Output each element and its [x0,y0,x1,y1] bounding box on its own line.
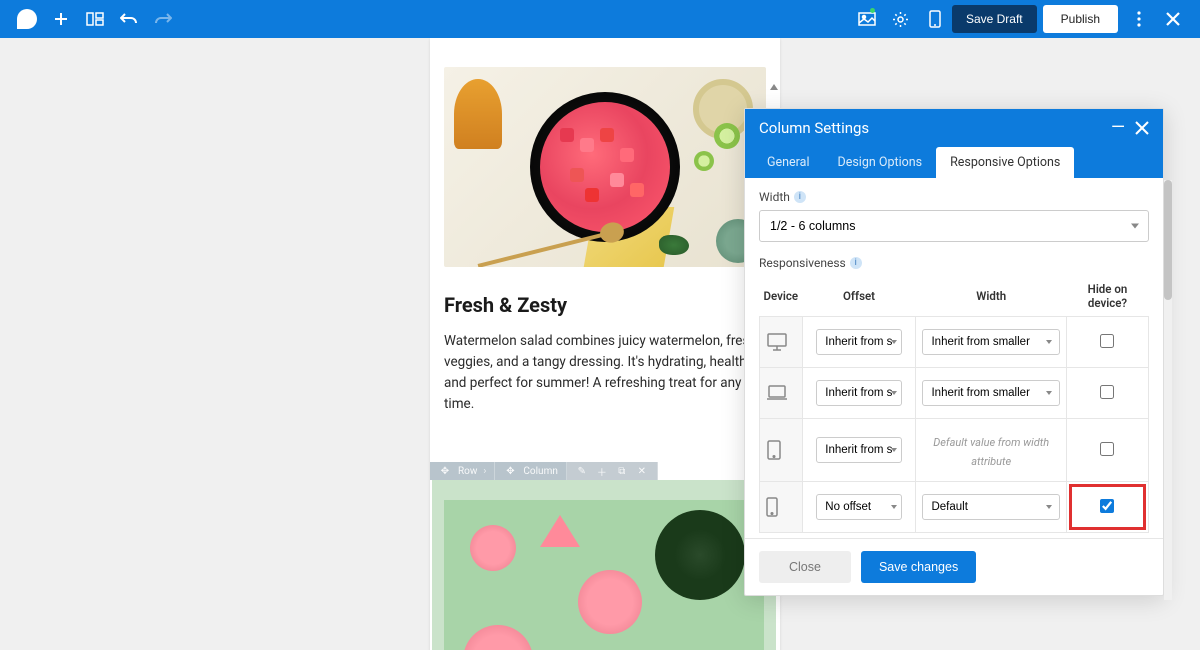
column-segment[interactable]: ✥ Column [495,462,566,480]
second-image [444,500,764,650]
topbar: Save Draft Publish [0,0,1200,38]
table-row: No offset Default [760,482,1149,533]
minimize-icon[interactable]: — [1111,123,1125,133]
page-scroll-up-icon[interactable] [770,84,778,94]
th-hide: Hide on device? [1066,276,1148,317]
row-segment[interactable]: ✥ Row › [430,462,495,480]
width-default-note: Default value from width attribute [933,436,1049,468]
panel-header: Column Settings — [745,109,1163,147]
responsiveness-label: Responsivenessi [759,256,1149,270]
gear-icon[interactable] [884,2,918,36]
table-row: Inherit from smaller Default value from … [760,419,1149,482]
panel-body: Widthi 1/2 - 6 columns Responsivenessi D… [745,178,1163,538]
offset-select[interactable]: Inherit from smaller [816,437,901,463]
undo-icon[interactable] [112,2,146,36]
table-row: Inherit from smaller Inherit from smalle… [760,368,1149,419]
column-settings-panel: Column Settings — General Design Options… [744,108,1164,596]
width-label: Widthi [759,190,1149,204]
scrollbar[interactable] [1164,180,1172,600]
move-icon[interactable]: ✥ [438,464,452,478]
offset-select[interactable]: Inherit from smaller [816,329,901,355]
info-icon[interactable]: i [850,257,862,269]
offset-select[interactable]: No offset [816,494,901,520]
hero-image[interactable] [444,67,766,267]
info-icon[interactable]: i [794,191,806,203]
move-icon[interactable]: ✥ [503,464,517,478]
panel-tabs: General Design Options Responsive Option… [745,147,1163,178]
device-desktop-icon [760,317,803,368]
close-icon[interactable] [1156,2,1190,36]
mobile-preview-icon[interactable] [918,2,952,36]
width-select-wrap: 1/2 - 6 columns [759,210,1149,242]
templates-icon[interactable] [78,2,112,36]
column-label: Column [523,466,557,477]
width-select[interactable]: Inherit from smaller [922,329,1059,355]
width-select[interactable]: Inherit from smaller [922,380,1059,406]
section-heading[interactable]: Fresh & Zesty [444,293,766,317]
image-icon[interactable] [850,2,884,36]
topbar-left [10,2,180,36]
save-changes-button[interactable]: Save changes [861,551,976,583]
device-mobile-icon [760,482,803,533]
tab-responsive-options[interactable]: Responsive Options [936,147,1074,178]
clone-icon[interactable]: ⧉ [615,464,629,478]
logo-icon[interactable] [10,2,44,36]
delete-icon[interactable]: ✕ [635,464,649,478]
th-width: Width [916,276,1066,317]
second-section[interactable] [432,480,776,650]
th-offset: Offset [802,276,916,317]
tab-design-options[interactable]: Design Options [824,147,937,178]
redo-icon[interactable] [146,2,180,36]
kebab-icon[interactable] [1122,2,1156,36]
add-icon[interactable]: ＋ [595,464,609,478]
column-actions: ✎ ＋ ⧉ ✕ [567,462,658,480]
close-icon[interactable] [1135,121,1149,135]
publish-button[interactable]: Publish [1043,5,1118,33]
scroll-thumb[interactable] [1164,180,1172,300]
hide-checkbox[interactable] [1100,442,1114,456]
offset-select[interactable]: Inherit from smaller [816,380,901,406]
panel-footer: Close Save changes [745,538,1163,595]
topbar-right: Save Draft Publish [850,2,1190,36]
row-label: Row [458,466,477,477]
edit-icon[interactable]: ✎ [575,464,589,478]
responsiveness-table: Device Offset Width Hide on device? Inhe… [759,276,1149,533]
panel-title: Column Settings [759,119,869,137]
table-row: Inherit from smaller Inherit from smalle… [760,317,1149,368]
width-select[interactable]: Default [922,494,1059,520]
section-paragraph[interactable]: Watermelon salad combines juicy watermel… [444,331,766,415]
hide-checkbox[interactable] [1100,499,1114,513]
hide-checkbox[interactable] [1100,334,1114,348]
hide-checkbox[interactable] [1100,385,1114,399]
add-icon[interactable] [44,2,78,36]
save-draft-button[interactable]: Save Draft [952,5,1037,33]
close-button[interactable]: Close [759,551,851,583]
device-tablet-icon [760,419,803,482]
row-toolbar: ✥ Row › ✥ Column ✎ ＋ ⧉ ✕ [430,462,658,480]
device-laptop-icon [760,368,803,419]
width-select[interactable]: 1/2 - 6 columns [759,210,1149,242]
tab-general[interactable]: General [753,147,824,178]
th-device: Device [760,276,803,317]
